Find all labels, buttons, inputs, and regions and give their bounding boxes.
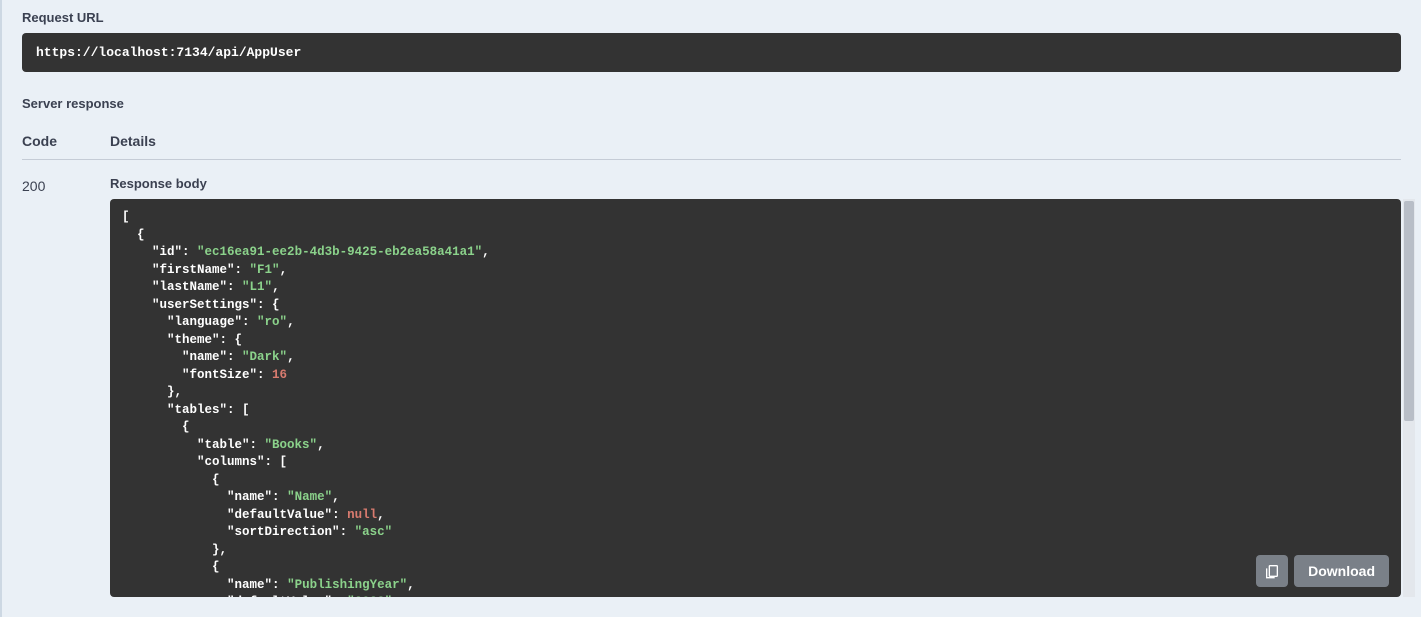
response-body-label: Response body [110,176,1401,191]
server-response-label: Server response [22,86,1401,119]
clipboard-icon [1264,563,1280,579]
response-row: 200 Response body [ { "id": "ec16ea91-ee… [22,176,1401,597]
details-area: Response body [ { "id": "ec16ea91-ee2b-4… [110,176,1401,597]
status-code-value: 200 [22,176,110,597]
response-body-actions: Download [1256,555,1389,587]
response-body-code[interactable]: [ { "id": "ec16ea91-ee2b-4d3b-9425-eb2ea… [110,199,1401,597]
details-column-header: Details [110,133,1401,149]
code-block-wrapper: [ { "id": "ec16ea91-ee2b-4d3b-9425-eb2ea… [110,199,1401,597]
request-url-label: Request URL [22,0,1401,33]
download-button[interactable]: Download [1294,555,1389,587]
scrollbar-thumb[interactable] [1404,201,1414,421]
request-url-value: https://localhost:7134/api/AppUser [22,33,1401,72]
response-header-row: Code Details [22,133,1401,160]
copy-button[interactable] [1256,555,1288,587]
code-column-header: Code [22,133,110,149]
swagger-response-panel: Request URL https://localhost:7134/api/A… [0,0,1421,617]
scrollbar-track[interactable] [1403,199,1415,597]
